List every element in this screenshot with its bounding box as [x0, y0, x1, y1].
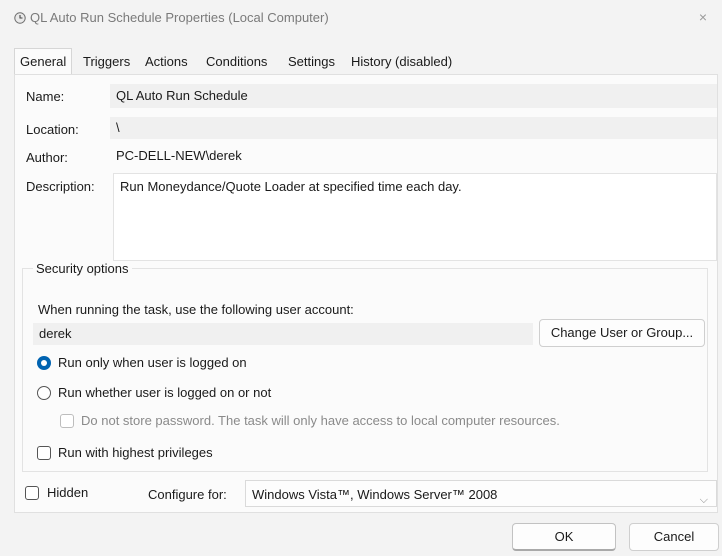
name-field[interactable]: QL Auto Run Schedule [110, 84, 717, 108]
hidden-checkbox[interactable] [25, 486, 39, 500]
radio-logged-on-label[interactable]: Run only when user is logged on [58, 355, 247, 370]
radio-whether-label[interactable]: Run whether user is logged on or not [58, 385, 271, 400]
configure-for-label: Configure for: [148, 487, 227, 502]
change-user-button[interactable]: Change User or Group... [539, 319, 705, 347]
author-label: Author: [26, 150, 68, 165]
tab-general[interactable]: General [14, 48, 73, 75]
radio-logged-on[interactable] [37, 356, 51, 370]
configure-for-value: Windows Vista™, Windows Server™ 2008 [252, 487, 498, 502]
no-store-password-checkbox[interactable] [60, 414, 74, 428]
clock-icon [14, 12, 26, 24]
configure-for-dropdown[interactable]: Windows Vista™, Windows Server™ 2008 ⌵ [245, 480, 717, 507]
tab-settings[interactable]: Settings [283, 50, 340, 74]
description-field[interactable]: Run Moneydance/Quote Loader at specified… [113, 173, 717, 261]
chevron-down-icon: ⌵ [699, 494, 708, 506]
security-options-group [22, 268, 708, 472]
tab-conditions[interactable]: Conditions [201, 50, 272, 74]
title-bar: QL Auto Run Schedule Properties (Local C… [0, 0, 722, 36]
cancel-button[interactable]: Cancel [629, 523, 719, 551]
tab-triggers[interactable]: Triggers [78, 50, 135, 74]
close-icon[interactable]: × [692, 8, 714, 28]
description-label: Description: [26, 179, 95, 194]
window-title: QL Auto Run Schedule Properties (Local C… [30, 10, 329, 25]
author-value: PC-DELL-NEW\derek [116, 148, 242, 163]
tab-history[interactable]: History (disabled) [346, 50, 457, 74]
hidden-label[interactable]: Hidden [47, 485, 88, 500]
location-value: \ [110, 117, 717, 139]
user-account-field: derek [33, 323, 533, 345]
location-label: Location: [26, 122, 79, 137]
account-prompt: When running the task, use the following… [38, 302, 354, 317]
ok-button[interactable]: OK [512, 523, 616, 551]
security-options-title: Security options [33, 261, 132, 276]
name-label: Name: [26, 89, 65, 104]
tab-actions[interactable]: Actions [140, 50, 193, 74]
highest-privileges-checkbox[interactable] [37, 446, 51, 460]
no-store-password-label: Do not store password. The task will onl… [81, 413, 560, 428]
highest-privileges-label[interactable]: Run with highest privileges [58, 445, 213, 460]
radio-whether-logged-on[interactable] [37, 386, 51, 400]
